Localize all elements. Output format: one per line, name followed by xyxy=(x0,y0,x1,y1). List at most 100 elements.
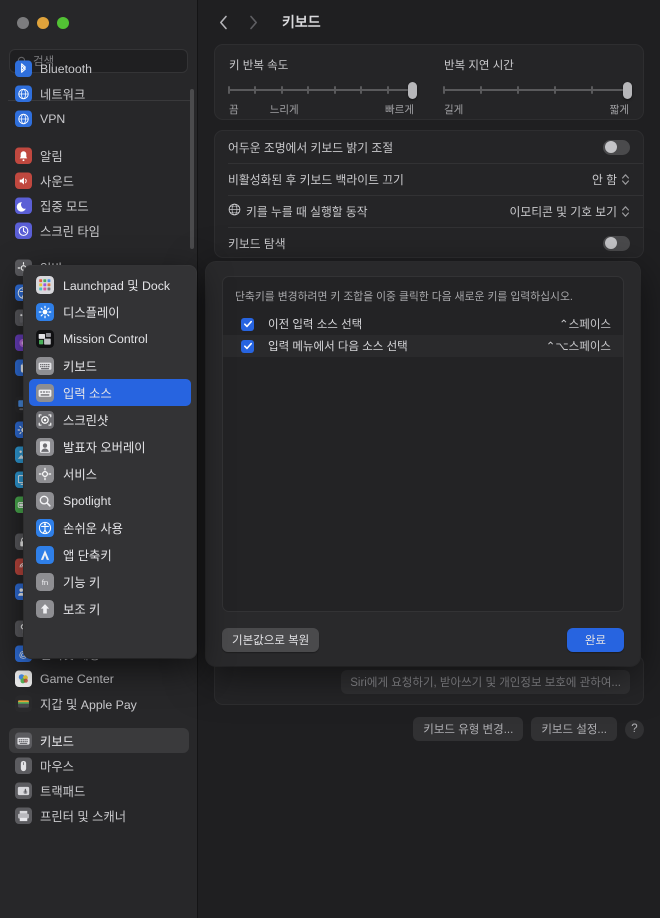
slider-track-area[interactable] xyxy=(228,82,417,99)
menu-item-function-keys[interactable]: fn 기능 키 xyxy=(29,568,191,595)
option-row[interactable]: 비활성화된 후 키보드 백라이트 끄기 안 함 xyxy=(215,163,643,195)
sidebar-item-notifications[interactable]: 알림 xyxy=(9,143,189,168)
option-row[interactable]: 키를 누를 때 실행할 동작 이모티콘 및 기호 보기 xyxy=(215,195,643,227)
svg-text:fn: fn xyxy=(42,578,48,587)
notifications-icon xyxy=(15,147,32,164)
option-label: 비활성화된 후 키보드 백라이트 끄기 xyxy=(228,172,404,187)
slider-tick xyxy=(307,86,310,94)
forward-button[interactable] xyxy=(244,13,262,31)
sidebar-item-label: 마우스 xyxy=(40,759,74,774)
sidebar-item-label: VPN xyxy=(40,111,66,126)
keyboard-category-menu[interactable]: Launchpad 및 Dock 디스플레이 Mission Control 키… xyxy=(24,266,196,658)
option-label: 키를 누를 때 실행할 동작 xyxy=(246,204,368,219)
slider-tick xyxy=(333,86,336,94)
sidebar-item-printer-scanner[interactable]: 프린터 및 스캐너 xyxy=(9,803,189,828)
shortcut-checkbox[interactable] xyxy=(241,317,254,331)
option-row[interactable]: 키보드 탐색 xyxy=(215,227,643,257)
slider-tick xyxy=(386,86,389,94)
keyboard-options-card: 어두운 조명에서 키보드 밝기 조절 비활성화된 후 키보드 백라이트 끄기 안… xyxy=(214,130,644,258)
globe-icon xyxy=(228,203,241,219)
shortcut-row[interactable]: 입력 메뉴에서 다음 소스 선택 ⌃⌥스페이스 xyxy=(223,335,623,357)
menu-item-accessibility[interactable]: 손쉬운 사용 xyxy=(29,514,191,541)
menu-item-label: Spotlight xyxy=(63,493,111,508)
sidebar-item-wallet-applepay[interactable]: 지갑 및 Apple Pay xyxy=(9,691,189,716)
option-label: 어두운 조명에서 키보드 밝기 조절 xyxy=(228,140,394,155)
change-keyboard-type-button[interactable]: 키보드 유형 변경... xyxy=(413,717,524,741)
shortcut-checkbox[interactable] xyxy=(241,339,254,353)
option-control xyxy=(603,139,630,155)
chevron-updown-icon[interactable] xyxy=(621,173,630,186)
slider-track-area[interactable] xyxy=(443,82,632,99)
shortcuts-sheet: 단축키를 변경하려면 키 조합을 이중 클릭한 다음 새로운 키를 입력하십시오… xyxy=(206,262,640,666)
slider-label-left: 끔 xyxy=(229,104,239,116)
system-settings-window: 검색 Bluetooth 네트워크 VPN 알림 사운드 집중 모드 스크린 타… xyxy=(0,0,660,918)
menu-item-launchpad[interactable]: Launchpad 및 Dock xyxy=(29,271,191,298)
slider-tick xyxy=(591,86,593,94)
sidebar-item-keyboard[interactable]: 키보드 xyxy=(9,728,189,753)
zoom-button[interactable] xyxy=(57,17,69,29)
slider-thumb[interactable] xyxy=(623,82,632,99)
menu-item-mission-control[interactable]: Mission Control xyxy=(29,325,191,352)
slider-tick xyxy=(443,86,445,94)
sidebar-item-mouse[interactable]: 마우스 xyxy=(9,753,189,778)
sidebar-item-focus-moon[interactable]: 집중 모드 xyxy=(9,193,189,218)
menu-item-label: Mission Control xyxy=(63,331,148,346)
menu-item-label: Launchpad 및 Dock xyxy=(63,278,171,293)
sidebar-item-screen-time[interactable]: 스크린 타임 xyxy=(9,218,189,243)
sidebar-item-network-globe[interactable]: 네트워크 xyxy=(9,81,189,106)
key-repeat-card: 키 반복 속도 끔 느리게 빠르게 반복 지연 시간 길게 짧게 xyxy=(214,44,644,120)
sidebar-item-game-center[interactable]: Game Center xyxy=(9,666,189,691)
close-button[interactable] xyxy=(17,17,29,29)
restore-defaults-button[interactable]: 기본값으로 복원 xyxy=(222,628,320,652)
slider-1: 반복 지연 시간 길게 짧게 xyxy=(428,45,643,119)
option-label-wrap: 키보드 탐색 xyxy=(228,235,286,252)
launchpad-icon xyxy=(36,275,54,294)
sidebar-item-vpn-globe[interactable]: VPN xyxy=(9,106,189,131)
sidebar-item-trackpad[interactable]: 트랙패드 xyxy=(9,778,189,803)
menu-item-app-shortcuts[interactable]: 앱 단축키 xyxy=(29,541,191,568)
slider-label-right: 짧게 xyxy=(609,104,629,116)
shortcut-name: 입력 메뉴에서 다음 소스 선택 xyxy=(268,341,408,353)
menu-item-screenshot[interactable]: 스크린샷 xyxy=(29,406,191,433)
function-keys-icon: fn xyxy=(36,572,54,591)
option-label-wrap: 키를 누를 때 실행할 동작 xyxy=(228,203,368,220)
back-button[interactable] xyxy=(214,13,232,31)
chevron-updown-icon[interactable] xyxy=(621,205,630,218)
option-label-wrap: 비활성화된 후 키보드 백라이트 끄기 xyxy=(228,171,404,188)
slider-track xyxy=(444,89,629,91)
game-center-icon xyxy=(15,670,32,687)
menu-item-input-sources[interactable]: 입력 소스 xyxy=(29,379,191,406)
siri-privacy-button[interactable]: Siri에게 요청하기, 받아쓰기 및 개인정보 보호에 관하여... xyxy=(341,670,630,694)
toggle-switch[interactable] xyxy=(603,235,630,251)
sidebar-item-label: Bluetooth xyxy=(40,61,92,76)
sidebar-item-label: 네트워크 xyxy=(40,87,86,102)
slider-labels: 끔 느리게 빠르게 xyxy=(229,102,414,116)
minimize-button[interactable] xyxy=(37,17,49,29)
slider-label-left: 길게 xyxy=(444,104,464,116)
done-button[interactable]: 완료 xyxy=(566,628,624,652)
help-button[interactable]: ? xyxy=(625,719,644,739)
option-row[interactable]: 어두운 조명에서 키보드 밝기 조절 xyxy=(215,131,643,163)
accessibility-icon xyxy=(36,518,54,537)
trackpad-icon xyxy=(15,782,32,799)
slider-title: 반복 지연 시간 xyxy=(444,60,514,72)
shortcut-key: ⌃스페이스 xyxy=(559,319,611,331)
menu-item-modifier-keys[interactable]: 보조 키 xyxy=(29,595,191,622)
slider-label-second: 느리게 xyxy=(269,104,299,116)
keyboard-settings-button[interactable]: 키보드 설정... xyxy=(531,717,617,741)
menu-item-services-gear[interactable]: 서비스 xyxy=(29,460,191,487)
slider-0: 키 반복 속도 끔 느리게 빠르게 xyxy=(215,45,428,119)
menu-item-spotlight-search[interactable]: Spotlight xyxy=(29,487,191,514)
shortcut-row[interactable]: 이전 입력 소스 선택 ⌃스페이스 xyxy=(223,313,623,335)
menu-item-display[interactable]: 디스플레이 xyxy=(29,298,191,325)
slider-thumb[interactable] xyxy=(408,82,417,99)
bluetooth-icon xyxy=(15,60,32,77)
sidebar-scrollbar[interactable] xyxy=(190,89,194,249)
footer-buttons: 키보드 유형 변경... 키보드 설정... ? xyxy=(413,717,644,741)
sidebar-item-sound[interactable]: 사운드 xyxy=(9,168,189,193)
toggle-switch[interactable] xyxy=(603,139,630,155)
menu-item-keyboard[interactable]: 키보드 xyxy=(29,352,191,379)
sidebar-item-bluetooth[interactable]: Bluetooth xyxy=(9,56,189,81)
menu-item-presenter-overlay[interactable]: 발표자 오버레이 xyxy=(29,433,191,460)
option-control: 이모티콘 및 기호 보기 xyxy=(509,203,630,220)
